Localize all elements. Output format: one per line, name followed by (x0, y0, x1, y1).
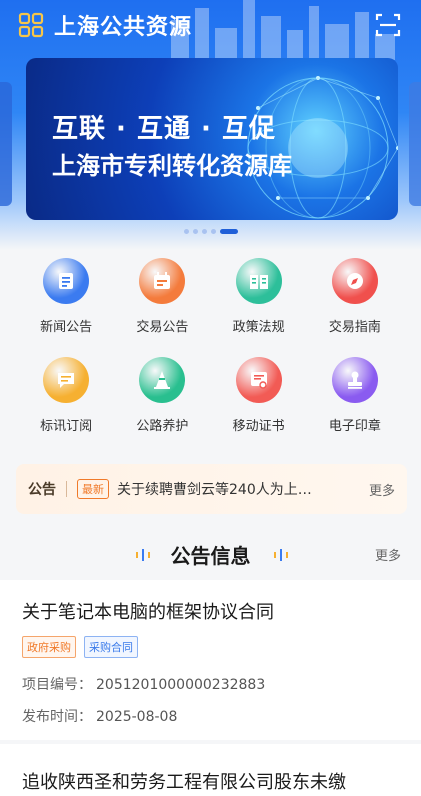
carousel-dot[interactable] (202, 229, 207, 234)
quick-entry-stamp[interactable]: 电子印章 (307, 357, 403, 434)
header: 上海公共资源 互联 · 互通 · 互促 上海市专利转化资源库 (0, 0, 421, 250)
latest-badge: 最新 (77, 479, 109, 499)
announcement-title[interactable]: 关于笔记本电脑的框架协议合同 (22, 598, 274, 624)
announcement-tags: 政府采购 采购合同 (22, 636, 138, 658)
quick-entry-road-cone[interactable]: 公路养护 (114, 357, 210, 434)
quick-entry-message[interactable]: 标讯订阅 (18, 357, 114, 434)
logo-grid-icon (18, 12, 44, 38)
section-title: 公告信息 (170, 544, 251, 568)
calendar-icon[interactable] (139, 258, 186, 304)
quick-entry-label: 公路养护 (136, 419, 189, 434)
carousel-dot[interactable] (184, 229, 189, 234)
tag-purchase-contract: 采购合同 (84, 636, 138, 658)
news-icon[interactable] (43, 258, 90, 304)
notice-divider (66, 481, 67, 497)
announcement-card[interactable]: 关于笔记本电脑的框架协议合同 政府采购 采购合同 项目编号： 2051201000… (0, 580, 421, 740)
quick-entry-news[interactable]: 新闻公告 (18, 258, 114, 335)
quick-entry-label: 交易公告 (136, 320, 189, 335)
quick-entry-label: 新闻公告 (40, 320, 93, 335)
next-banner-peek[interactable] (409, 82, 421, 206)
project-number-label: 项目编号： (22, 677, 92, 693)
publish-date-row: 发布时间： 2025-08-08 (22, 706, 177, 726)
stamp-icon[interactable] (331, 357, 378, 403)
carousel-dot[interactable] (211, 229, 216, 234)
notice-bar[interactable]: 公告 最新 关于续聘曹剑云等240人为上… 更多 (16, 464, 407, 514)
carousel-dot-active[interactable] (220, 229, 238, 234)
book-icon[interactable] (235, 258, 282, 304)
banner-carousel[interactable]: 互联 · 互通 · 互促 上海市专利转化资源库 (26, 58, 398, 220)
quick-entry-grid: 新闻公告 交易公告 政策法规 交易指南标讯订阅 公路养护 移动证书 电子印章 (18, 258, 403, 434)
certificate-icon[interactable] (235, 357, 282, 403)
publish-date-label: 发布时间： (22, 709, 92, 725)
quick-entry-compass[interactable]: 交易指南 (307, 258, 403, 335)
notice-tag: 公告 (28, 482, 56, 498)
quick-entry-label: 标讯订阅 (40, 419, 93, 434)
app-title: 上海公共资源 (54, 15, 193, 40)
quick-entry-label: 政策法规 (232, 320, 285, 335)
project-number-value: 2051201000000232883 (96, 677, 266, 693)
quick-entry-calendar[interactable]: 交易公告 (114, 258, 210, 335)
top-bar: 上海公共资源 (0, 0, 421, 50)
quick-entry-label: 移动证书 (232, 419, 285, 434)
announcement-title[interactable]: 追收陕西圣和劳务工程有限公司股东未缴 (22, 768, 346, 794)
tag-gov-procurement: 政府采购 (22, 636, 76, 658)
publish-date-value: 2025-08-08 (96, 709, 178, 725)
message-icon[interactable] (43, 357, 90, 403)
quick-entry-certificate[interactable]: 移动证书 (211, 357, 307, 434)
title-deco-right-icon (274, 549, 288, 561)
banner-subheadline: 上海市专利转化资源库 (52, 152, 292, 180)
project-number-row: 项目编号： 2051201000000232883 (22, 674, 265, 694)
quick-entry-book[interactable]: 政策法规 (211, 258, 307, 335)
banner-headline: 互联 · 互通 · 互促 (52, 114, 276, 144)
scan-icon[interactable] (375, 12, 401, 38)
road-cone-icon[interactable] (139, 357, 186, 403)
prev-banner-peek[interactable] (0, 82, 12, 206)
quick-entry-label: 电子印章 (328, 419, 381, 434)
quick-entry-label: 交易指南 (328, 320, 381, 335)
carousel-indicator (184, 229, 238, 235)
compass-icon[interactable] (331, 258, 378, 304)
section-more-link[interactable]: 更多 (375, 545, 401, 564)
carousel-dot[interactable] (193, 229, 198, 234)
announcement-card[interactable]: 追收陕西圣和劳务工程有限公司股东未缴 (0, 744, 421, 796)
notice-text[interactable]: 关于续聘曹剑云等240人为上… (117, 479, 361, 499)
notice-more-link[interactable]: 更多 (369, 480, 395, 499)
section-header: 公告信息 更多 (0, 536, 421, 572)
